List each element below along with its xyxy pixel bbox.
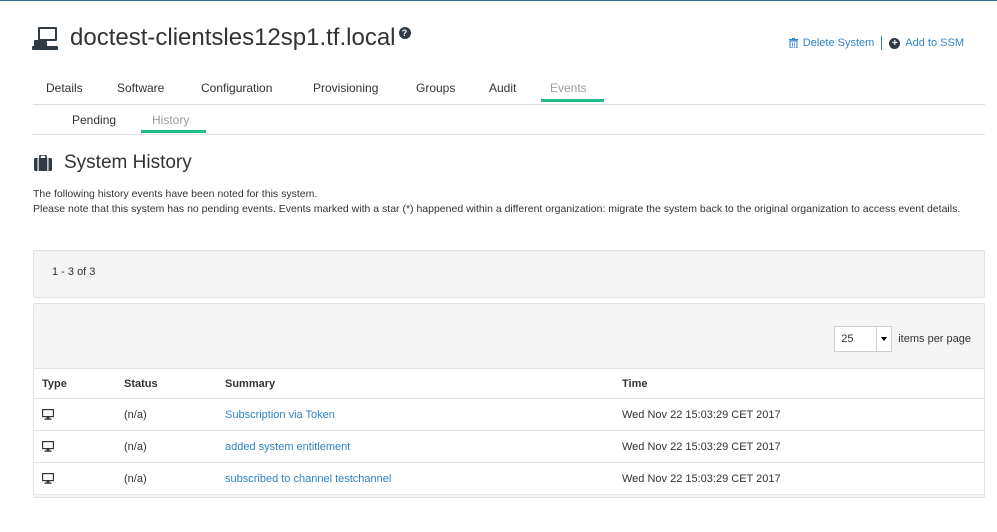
monitor-icon [42,409,54,420]
summary-cell: subscribed to channel testchannel [225,462,622,495]
column-header-status[interactable]: Status [124,368,225,399]
subtab-pending[interactable]: Pending [72,113,116,127]
active-subtab-indicator [141,130,206,133]
monitor-icon [42,441,54,452]
tab-provisioning[interactable]: Provisioning [313,81,378,95]
add-to-ssm-label: Add to SSM [905,37,964,49]
active-tab-indicator [541,99,604,102]
count-panel: 1 - 3 of 3 [33,250,985,298]
summary-cell: added system entitlement [225,430,622,463]
item-count: 1 - 3 of 3 [52,266,96,278]
history-description: The following history events have been n… [33,187,988,217]
description-line-2: Please note that this system has no pend… [33,203,961,215]
table-row: (n/a) subscribed to channel testchannel … [34,462,984,495]
plus-circle-icon: + [889,37,901,49]
monitor-icon [42,473,54,484]
table-row: (n/a) added system entitlement Wed Nov 2… [34,430,984,463]
type-cell [34,398,124,431]
help-icon[interactable]: ? [398,27,411,39]
action-divider [881,36,883,50]
time-cell: Wed Nov 22 15:03:29 CET 2017 [622,398,984,431]
time-cell: Wed Nov 22 15:03:29 CET 2017 [622,462,984,495]
page-title: doctest-clientsles12sp1.tf.local? [70,22,411,54]
items-per-page-label: items per page [898,333,971,345]
dropdown-button[interactable] [876,327,892,351]
event-summary-link[interactable]: Subscription via Token [225,409,335,421]
header-actions: Delete System + Add to SSM [788,36,964,50]
history-table: Type Status Summary Time (n/a) Subscript… [34,368,984,495]
caret-down-icon [881,337,888,341]
type-cell [34,430,124,463]
tab-details[interactable]: Details [46,81,83,95]
column-header-type[interactable]: Type [34,368,124,399]
items-per-page-select[interactable]: 25 [834,326,893,352]
status-cell: (n/a) [124,430,225,463]
pagination-controls: 25 items per page [834,326,971,352]
subtab-history[interactable]: History [152,113,189,127]
time-cell: Wed Nov 22 15:03:29 CET 2017 [622,430,984,463]
items-per-page-value: 25 [841,333,854,345]
status-cell: (n/a) [124,462,225,495]
history-list-panel: 25 items per page Type Status Summary Ti… [33,303,985,498]
tab-groups[interactable]: Groups [416,81,455,95]
status-cell: (n/a) [124,398,225,431]
top-border [0,0,997,1]
add-to-ssm-button[interactable]: + Add to SSM [889,37,964,49]
tab-configuration[interactable]: Configuration [201,81,272,95]
section-title: System History [64,152,192,173]
delete-system-label: Delete System [802,37,875,49]
event-subtabs: Pending History [33,106,985,135]
system-icon [32,27,58,50]
briefcase-icon [34,155,52,171]
delete-system-button[interactable]: Delete System [788,37,875,49]
event-summary-link[interactable]: subscribed to channel testchannel [225,473,391,485]
tab-audit[interactable]: Audit [489,81,516,95]
column-header-summary[interactable]: Summary [225,368,622,399]
trash-icon [788,38,798,48]
event-summary-link[interactable]: added system entitlement [225,441,350,453]
tab-software[interactable]: Software [117,81,164,95]
system-tabs: Details Software Configuration Provision… [33,74,985,105]
tab-events[interactable]: Events [550,81,587,95]
type-cell [34,462,124,495]
table-row: (n/a) Subscription via Token Wed Nov 22 … [34,398,984,431]
summary-cell: Subscription via Token [225,398,622,431]
page-title-text: doctest-clientsles12sp1.tf.local [70,24,396,51]
column-header-time[interactable]: Time [622,368,984,399]
description-line-1: The following history events have been n… [33,188,318,200]
table-header-row: Type Status Summary Time [34,368,984,399]
